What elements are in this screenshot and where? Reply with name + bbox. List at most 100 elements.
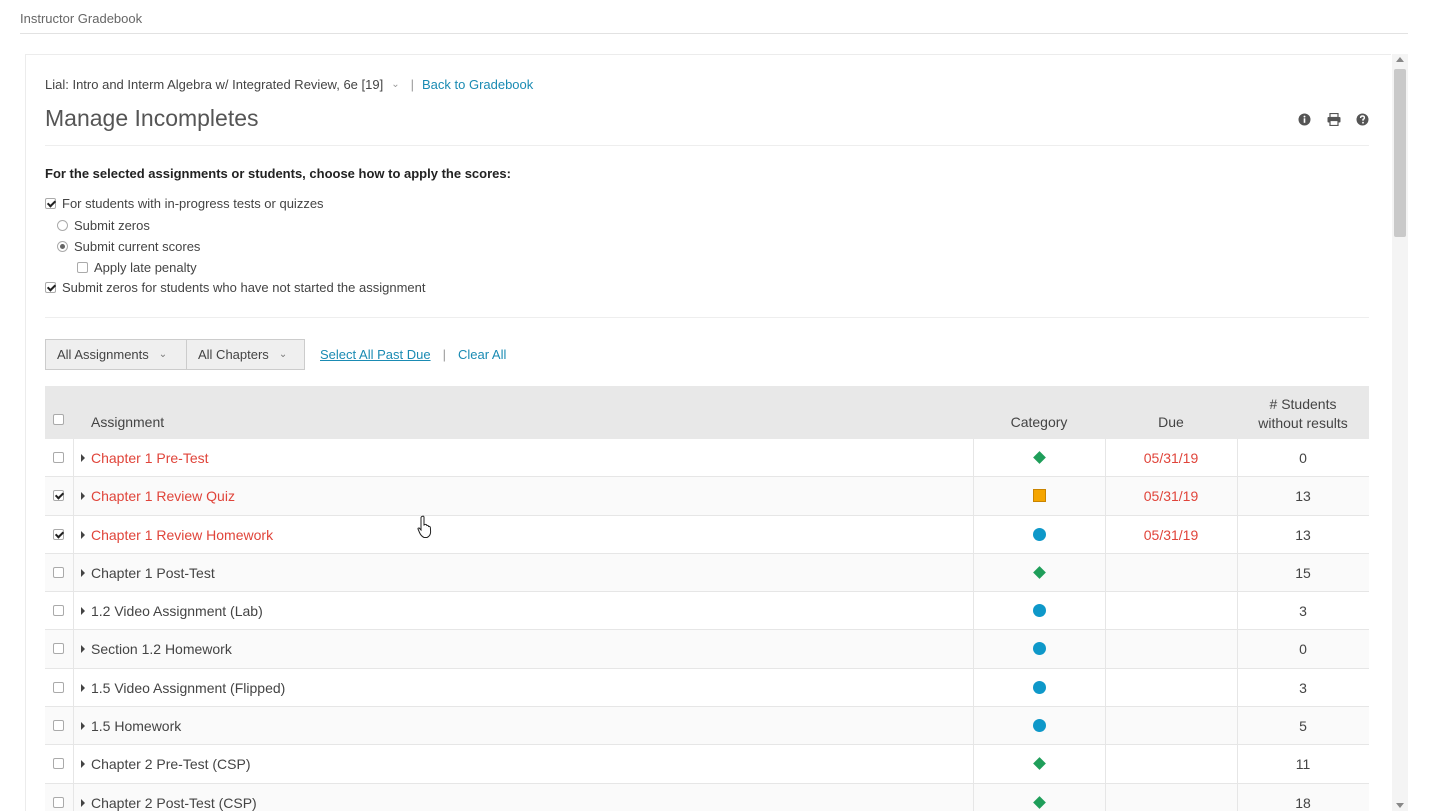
assignment-name-cell[interactable]: Chapter 1 Post-Test — [81, 565, 215, 581]
assignment-name[interactable]: Chapter 1 Review Homework — [91, 527, 273, 543]
assignment-name-cell[interactable]: Chapter 2 Pre-Test (CSP) — [81, 756, 251, 772]
not-started-checkbox[interactable] — [45, 282, 56, 293]
main-panel: Lial: Intro and Interm Algebra w/ Integr… — [25, 54, 1391, 811]
table-row[interactable]: Chapter 1 Pre-Test 05/31/19 0 — [45, 439, 1369, 478]
expand-caret-icon[interactable] — [81, 683, 85, 692]
assignment-name[interactable]: 1.5 Homework — [91, 718, 181, 734]
late-penalty-option[interactable]: Apply late penalty — [77, 260, 197, 275]
in-progress-checkbox[interactable] — [45, 198, 56, 209]
assignment-name-cell[interactable]: Chapter 2 Post-Test (CSP) — [81, 795, 257, 811]
not-started-option[interactable]: Submit zeros for students who have not s… — [45, 280, 425, 295]
submit-current-scores-option[interactable]: Submit current scores — [57, 239, 200, 254]
assignment-column-header[interactable]: Assignment — [91, 414, 164, 430]
assignment-name-cell[interactable]: 1.5 Homework — [81, 718, 181, 734]
expand-caret-icon[interactable] — [81, 607, 85, 616]
expand-caret-icon[interactable] — [81, 760, 85, 769]
assignment-name[interactable]: 1.5 Video Assignment (Flipped) — [91, 680, 285, 696]
students-count-cell: 13 — [1295, 488, 1311, 505]
students-count-cell: 11 — [1295, 756, 1311, 773]
expand-caret-icon[interactable] — [81, 568, 85, 577]
vertical-scrollbar[interactable] — [1392, 54, 1408, 811]
title-divider — [45, 145, 1369, 146]
assignment-name-cell[interactable]: 1.5 Video Assignment (Flipped) — [81, 680, 285, 696]
back-to-gradebook-link[interactable]: Back to Gradebook — [422, 77, 533, 92]
due-date-cell: 05/31/19 — [1143, 526, 1199, 543]
select-all-past-due-link[interactable]: Select All Past Due — [320, 347, 431, 362]
row-checkbox[interactable] — [53, 681, 64, 693]
chevron-down-icon: ⌄ — [158, 349, 168, 360]
due-column-header[interactable]: Due — [1105, 414, 1237, 430]
assignment-name[interactable]: Chapter 2 Pre-Test (CSP) — [91, 756, 251, 772]
late-penalty-checkbox[interactable] — [77, 262, 88, 273]
assignment-name-cell[interactable]: 1.2 Video Assignment (Lab) — [81, 603, 263, 619]
assignments-filter-select[interactable]: All Assignments ⌄ — [45, 339, 187, 370]
select-all-checkbox[interactable] — [53, 414, 64, 425]
row-checkbox[interactable] — [53, 643, 64, 655]
submit-current-scores-label: Submit current scores — [74, 239, 201, 254]
table-row[interactable]: 1.5 Homework 5 — [45, 707, 1369, 746]
chapters-filter-select[interactable]: All Chapters ⌄ — [187, 339, 305, 370]
table-row[interactable]: Chapter 1 Review Quiz 05/31/19 13 — [45, 477, 1369, 516]
course-breadcrumb: Lial: Intro and Interm Algebra w/ Integr… — [45, 77, 533, 92]
expand-caret-icon[interactable] — [81, 530, 85, 539]
assignment-name-cell[interactable]: Chapter 1 Pre-Test — [81, 450, 209, 466]
course-selector[interactable]: Lial: Intro and Interm Algebra w/ Integr… — [45, 77, 383, 92]
students-count-cell: 0 — [1299, 450, 1307, 466]
category-column-header[interactable]: Category — [973, 414, 1105, 430]
assignment-name[interactable]: Chapter 1 Review Quiz — [91, 488, 235, 504]
filter-bar: All Assignments ⌄ All Chapters ⌄ Select … — [45, 339, 506, 370]
expand-caret-icon[interactable] — [81, 454, 85, 462]
expand-caret-icon[interactable] — [81, 798, 85, 807]
students-column-header[interactable]: # Students without results — [1237, 395, 1369, 433]
row-checkbox[interactable] — [53, 720, 64, 732]
column-divider — [73, 592, 74, 630]
assignments-filter-value: All Assignments — [57, 347, 149, 362]
row-checkbox[interactable] — [53, 605, 64, 617]
table-row[interactable]: Chapter 1 Review Homework 05/31/19 13 — [45, 515, 1369, 554]
clear-all-link[interactable]: Clear All — [458, 347, 506, 362]
chevron-down-icon[interactable]: ⌄ — [391, 79, 399, 90]
expand-caret-icon[interactable] — [81, 722, 85, 731]
orange-square-icon — [1032, 489, 1046, 503]
assignment-name-cell[interactable]: Chapter 1 Review Quiz — [81, 488, 235, 504]
in-progress-option[interactable]: For students with in-progress tests or q… — [45, 196, 324, 211]
category-cell — [973, 680, 1105, 694]
info-icon[interactable] — [1298, 113, 1311, 126]
assignment-name[interactable]: Chapter 1 Pre-Test — [91, 450, 209, 466]
chapters-filter-value: All Chapters — [198, 347, 269, 362]
table-row[interactable]: Chapter 2 Pre-Test (CSP) 11 — [45, 745, 1369, 784]
row-checkbox[interactable] — [53, 758, 64, 770]
assignment-name[interactable]: Chapter 1 Post-Test — [91, 565, 215, 581]
print-icon[interactable] — [1327, 112, 1341, 127]
students-count-cell: 5 — [1299, 718, 1307, 735]
table-row[interactable]: Chapter 2 Post-Test (CSP) 18 — [45, 783, 1369, 811]
help-icon[interactable] — [1356, 113, 1369, 126]
scrollbar-thumb[interactable] — [1394, 69, 1406, 237]
assignment-name[interactable]: Section 1.2 Homework — [91, 641, 232, 657]
table-row[interactable]: 1.5 Video Assignment (Flipped) 3 — [45, 668, 1369, 708]
assignment-name[interactable]: 1.2 Video Assignment (Lab) — [91, 603, 263, 619]
submit-zeros-option[interactable]: Submit zeros — [57, 218, 150, 233]
scroll-up-arrow-icon[interactable] — [1396, 57, 1404, 62]
category-cell — [973, 527, 1105, 541]
assignment-name-cell[interactable]: Section 1.2 Homework — [81, 641, 232, 657]
row-checkbox[interactable] — [53, 566, 64, 578]
in-progress-label: For students with in-progress tests or q… — [62, 196, 324, 211]
expand-caret-icon[interactable] — [81, 492, 85, 501]
row-checkbox[interactable] — [53, 490, 64, 502]
assignment-name-cell[interactable]: Chapter 1 Review Homework — [81, 527, 273, 543]
row-checkbox[interactable] — [53, 452, 64, 463]
category-cell — [973, 642, 1105, 656]
submit-current-scores-radio[interactable] — [57, 241, 68, 252]
submit-zeros-radio[interactable] — [57, 220, 68, 231]
table-row[interactable]: 1.2 Video Assignment (Lab) 3 — [45, 592, 1369, 631]
blue-circle-icon — [1032, 680, 1046, 694]
table-row[interactable]: Section 1.2 Homework 0 — [45, 630, 1369, 669]
row-checkbox[interactable] — [53, 528, 64, 540]
table-row[interactable]: Chapter 1 Post-Test 15 — [45, 553, 1369, 593]
assignment-name[interactable]: Chapter 2 Post-Test (CSP) — [91, 795, 257, 811]
row-checkbox[interactable] — [53, 796, 64, 808]
category-cell — [973, 757, 1105, 771]
scroll-down-arrow-icon[interactable] — [1396, 803, 1404, 808]
expand-caret-icon[interactable] — [81, 645, 85, 654]
